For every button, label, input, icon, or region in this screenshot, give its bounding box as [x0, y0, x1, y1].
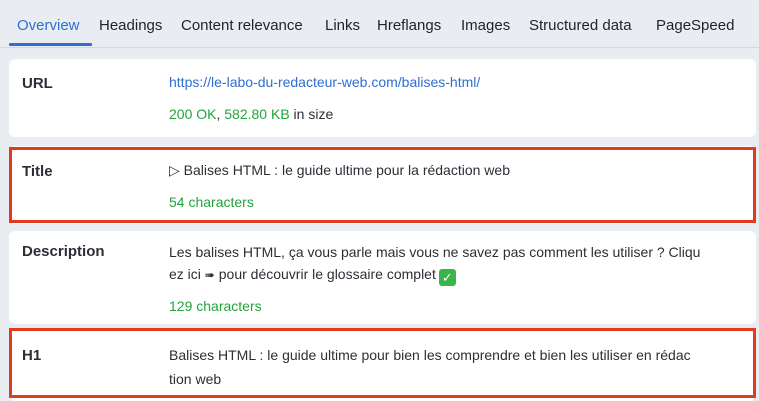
h1-highlight-box [9, 328, 756, 398]
tab-images[interactable]: Images [461, 17, 510, 34]
title-highlight-box [9, 147, 756, 223]
tab-structured-data[interactable]: Structured data [529, 17, 632, 34]
url-card: URL https://le-labo-du-redacteur-web.com… [9, 59, 756, 137]
description-card: Description Les balises HTML, ça vous pa… [9, 231, 756, 324]
tab-headings[interactable]: Headings [99, 17, 162, 34]
active-tab-indicator [9, 43, 92, 46]
description-line-2: ez ici ➠ pour découvrir le glossaire com… [169, 263, 456, 286]
description-line-2-end: pour découvrir le glossaire complet [214, 266, 436, 282]
description-char-count: 129 characters [169, 298, 262, 314]
page-size-suffix: in size [289, 106, 334, 122]
url-label: URL [22, 75, 53, 92]
page-url-link[interactable]: https://le-labo-du-redacteur-web.com/bal… [169, 71, 480, 93]
description-line-2-start: ez ici [169, 266, 205, 282]
tab-hreflangs[interactable]: Hreflangs [377, 17, 441, 34]
status-code: 200 OK [169, 106, 217, 122]
page-url-text[interactable]: https://le-labo-du-redacteur-web.com/bal… [169, 74, 480, 90]
tab-pagespeed[interactable]: PageSpeed [656, 17, 734, 34]
tab-bar: Overview Headings Content relevance Link… [0, 0, 759, 48]
page-size: 582.80 KB [224, 106, 290, 122]
response-info: 200 OK, 582.80 KB in size [169, 103, 333, 125]
tab-links[interactable]: Links [325, 17, 360, 34]
tab-content-relevance[interactable]: Content relevance [181, 17, 303, 34]
description-line-1: Les balises HTML, ça vous parle mais vou… [169, 244, 701, 260]
arrow-right-icon: ➠ [204, 268, 215, 282]
tab-overview[interactable]: Overview [17, 17, 80, 34]
check-mark-icon: ✓ [438, 269, 456, 286]
description-label: Description [22, 243, 105, 260]
